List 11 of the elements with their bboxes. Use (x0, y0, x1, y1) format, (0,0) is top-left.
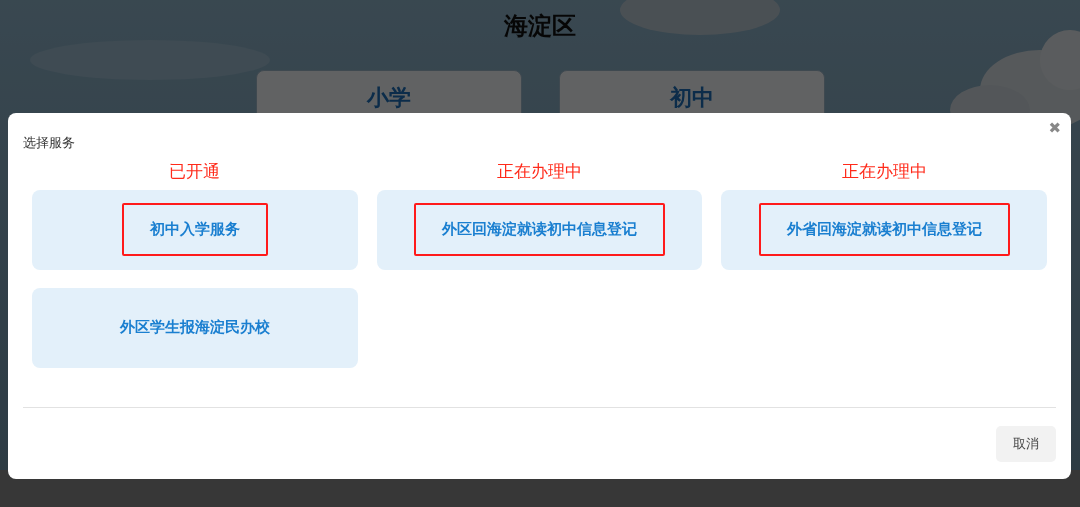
annotation-label: 正在办理中 (496, 162, 583, 180)
cancel-button[interactable]: 取消 (996, 426, 1056, 462)
service-card[interactable]: 初中入学服务 (32, 189, 358, 270)
dialog-title: 选择服务 (23, 134, 76, 152)
service-card[interactable]: 外区学生报海淀民办校 (32, 287, 358, 368)
service-card[interactable]: 外省回海淀就读初中信息登记 (721, 189, 1047, 270)
page-title: 海淀区 (504, 11, 576, 42)
service-card[interactable]: 外区回海淀就读初中信息登记 (376, 189, 703, 270)
close-button[interactable]: ✖ (1048, 121, 1061, 136)
annotation-label: 已开通 (168, 162, 222, 180)
annotation-label: 正在办理中 (840, 162, 928, 180)
